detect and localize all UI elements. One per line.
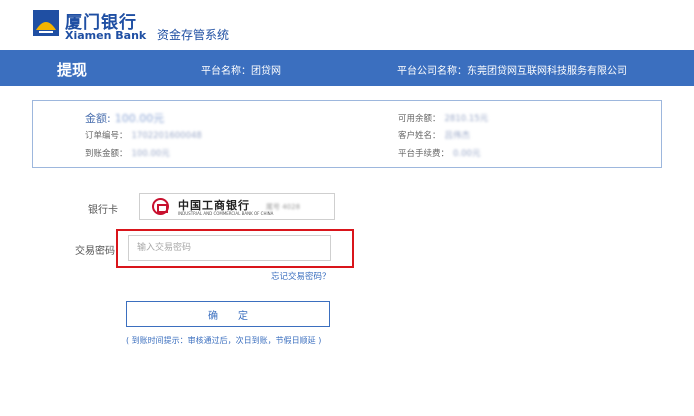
bank-card-name-en: INDUSTRIAL AND COMMERCIAL BANK OF CHINA xyxy=(178,211,274,216)
balance-row: 可用余额： 2810.15元 xyxy=(398,112,488,124)
bank-card-selector[interactable]: 中国工商银行 INDUSTRIAL AND COMMERCIAL BANK OF… xyxy=(139,193,335,220)
platform-company-name: 平台公司名称：东莞团贷网互联网科技服务有限公司 xyxy=(397,66,627,77)
customer-value: 吕伟杰 xyxy=(444,131,471,141)
bank-name-en: Xiamen Bank xyxy=(65,29,147,42)
order-row: 订单编号： 1702201600048 xyxy=(85,129,202,141)
fee-label: 平台手续费： xyxy=(398,149,450,159)
xiamen-bank-logo-icon xyxy=(33,10,59,36)
page-title: 提现 xyxy=(57,61,88,79)
platform-name: 平台名称：团贷网 xyxy=(201,66,281,77)
bank-card-label: 银行卡 xyxy=(88,205,118,216)
title-bar: 提现 平台名称：团贷网 平台公司名称：东莞团贷网互联网科技服务有限公司 xyxy=(0,50,694,86)
withdrawal-info-box: 金额: 100.00元 订单编号： 1702201600048 到账金额： 100.0… xyxy=(32,100,662,168)
password-input[interactable] xyxy=(128,235,331,261)
order-label: 订单编号： xyxy=(85,131,128,141)
balance-value: 2810.15元 xyxy=(444,114,489,124)
arrival-time-hint: ( 到账时间提示：审核通过后，次日到账，节假日顺延 ) xyxy=(126,336,322,345)
amount-row: 金额: 100.00元 xyxy=(85,110,164,126)
system-name: 资金存管系统 xyxy=(157,28,230,42)
page-header: 厦门银行 Xiamen Bank 资金存管系统 xyxy=(0,0,694,50)
fee-value: 0.00元 xyxy=(453,149,481,159)
forgot-password-link[interactable]: 忘记交易密码？ xyxy=(271,270,331,282)
confirm-button[interactable]: 确定 xyxy=(126,301,330,327)
arrival-row: 到账金额： 100.00元 xyxy=(85,147,170,159)
amount-value: 100.00元 xyxy=(114,112,165,125)
customer-row: 客户姓名： 吕伟杰 xyxy=(398,129,470,141)
balance-label: 可用余额： xyxy=(398,114,441,124)
icbc-logo-icon xyxy=(152,198,169,215)
arrival-value: 100.00元 xyxy=(131,149,170,159)
customer-label: 客户姓名： xyxy=(398,131,441,141)
order-value: 1702201600048 xyxy=(131,131,202,141)
fee-row: 平台手续费： 0.00元 xyxy=(398,147,480,159)
amount-label: 金额: xyxy=(85,112,111,125)
password-label: 交易密码 xyxy=(75,246,115,257)
card-tail-number: 尾号 4028 xyxy=(266,203,301,211)
arrival-label: 到账金额： xyxy=(85,149,128,159)
